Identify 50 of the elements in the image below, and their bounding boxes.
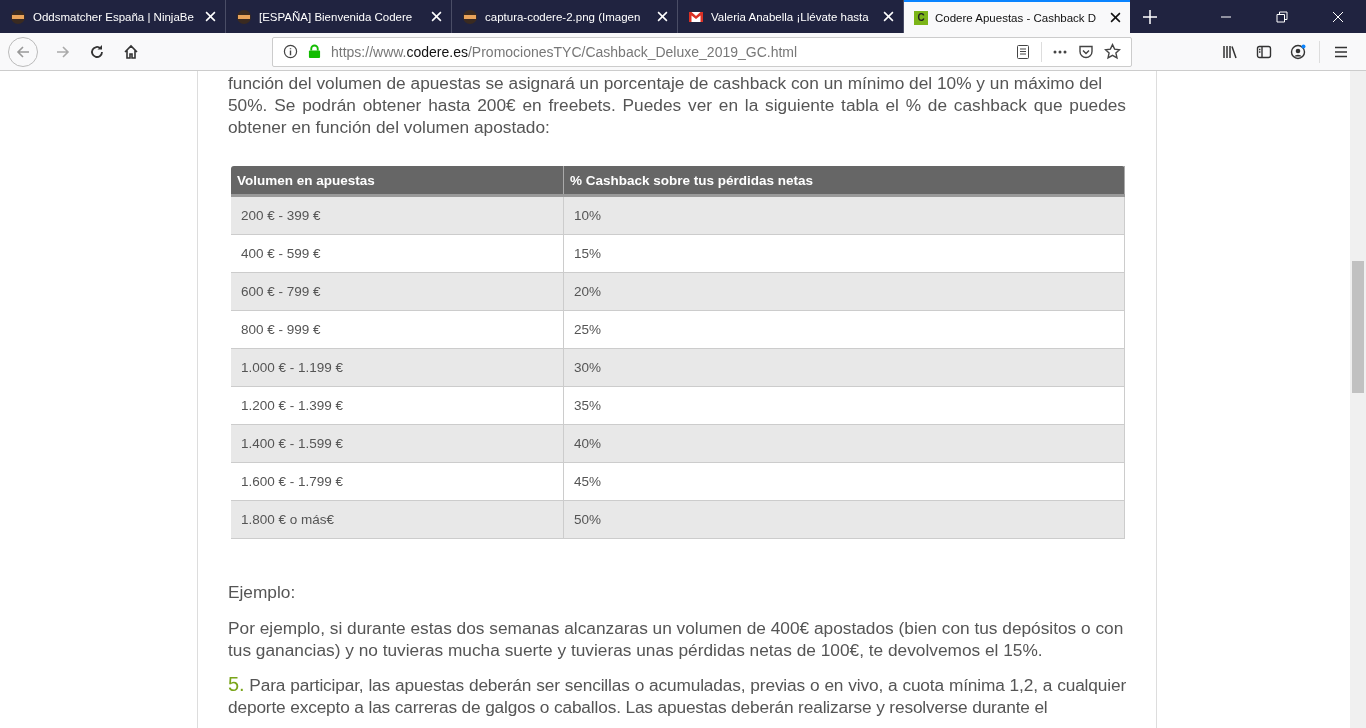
scrollbar-thumb[interactable] (1352, 261, 1364, 393)
info-icon[interactable] (283, 44, 298, 59)
reload-icon[interactable] (89, 43, 105, 60)
restore-icon[interactable] (1276, 10, 1288, 23)
pocket-icon[interactable] (1078, 43, 1094, 60)
codere-logo-icon: C (914, 10, 928, 25)
home-icon[interactable] (123, 43, 139, 60)
example-heading: Ejemplo: (228, 581, 297, 603)
table-cell: 50% (563, 500, 1125, 539)
paragraph: 5. Para participar, las apuestas deberán ser sencillas o acumuladas, previas o en vivo, a cuota mínima 1,2, a cualquier deporte excepto a las carreras de galgos o caballos. Las apuestas deberán realizarse y resolverse durante el (228, 673, 1126, 718)
tab-title: captura-codere-2.png (Imagen (485, 10, 642, 23)
table-cell: 600 € - 799 € (231, 272, 564, 311)
account-icon[interactable] (1290, 43, 1306, 60)
column-header: Volumen en apuestas (231, 166, 564, 196)
tab-title: Oddsmatcher España | NinjaBe (33, 10, 195, 23)
star-icon[interactable] (1104, 43, 1121, 60)
table-cell: 35% (563, 386, 1125, 425)
sidebar-icon[interactable] (1256, 43, 1272, 60)
table-cell: 800 € - 999 € (231, 310, 564, 349)
tab-title: [ESPAÑA] Bienvenida Codere (259, 10, 414, 23)
table-cell: 1.000 € - 1.199 € (231, 348, 564, 387)
close-icon[interactable] (1110, 12, 1121, 23)
table-cell: 1.400 € - 1.599 € (231, 424, 564, 463)
table-cell: 20% (563, 272, 1125, 311)
table-cell: 30% (563, 348, 1125, 387)
url-text: https://www.codere.es/PromocionesTYC/Cashback_Deluxe_2019_GC.html (331, 43, 798, 60)
paragraph: Por ejemplo, si durante estas dos semanas alcanzaras un volumen de 400€ apostados (bien con tus depósitos o con tus ganancias) y no tuvieras mucha suerte y tuvieras unas pérdidas netas de 100€, te devolvemos el 15%. (228, 617, 1125, 661)
address-bar[interactable]: https://www.codere.es/PromocionesTYC/Cashback_Deluxe_2019_GC.html (272, 36, 1132, 67)
paragraph: función del volumen de apuestas se asignará un porcentaje de cashback con un mínimo del 10% y un máximo del (228, 72, 1104, 94)
table-cell: 15% (563, 234, 1125, 273)
table-cell: 10% (563, 195, 1125, 235)
table-cell: 1.200 € - 1.399 € (231, 386, 564, 425)
table-cell: 200 € - 399 € (231, 195, 564, 235)
paragraph: 50%. Se podrán obtener hasta 200€ en freebets. Puedes ver en la siguiente tabla el % de cashback que puedes obtener en función del volumen apostado: (228, 94, 1126, 138)
table-cell: 40% (563, 424, 1125, 463)
back-arrow-icon[interactable] (15, 43, 31, 60)
browser-tab[interactable]: C Codere Apuestas - Cashback D (904, 0, 1130, 33)
table-cell: 400 € - 599 € (231, 234, 564, 273)
lock-icon (308, 44, 321, 59)
library-icon[interactable] (1222, 43, 1238, 60)
table-cell: 45% (563, 462, 1125, 501)
new-tab-icon[interactable] (1142, 8, 1158, 25)
table-cell: 25% (563, 310, 1125, 349)
reader-view-icon[interactable] (1015, 43, 1031, 60)
column-header: % Cashback sobre tus pérdidas netas (563, 166, 1125, 196)
table-cell: 1.600 € - 1.799 € (231, 462, 564, 501)
table-cell: 1.800 € o más€ (231, 500, 564, 539)
scrollbar[interactable] (1350, 71, 1366, 728)
tab-title: Codere Apuestas - Cashback D (935, 11, 1098, 24)
tab-title: Valeria Anabella ¡Llévate hasta (711, 10, 870, 23)
